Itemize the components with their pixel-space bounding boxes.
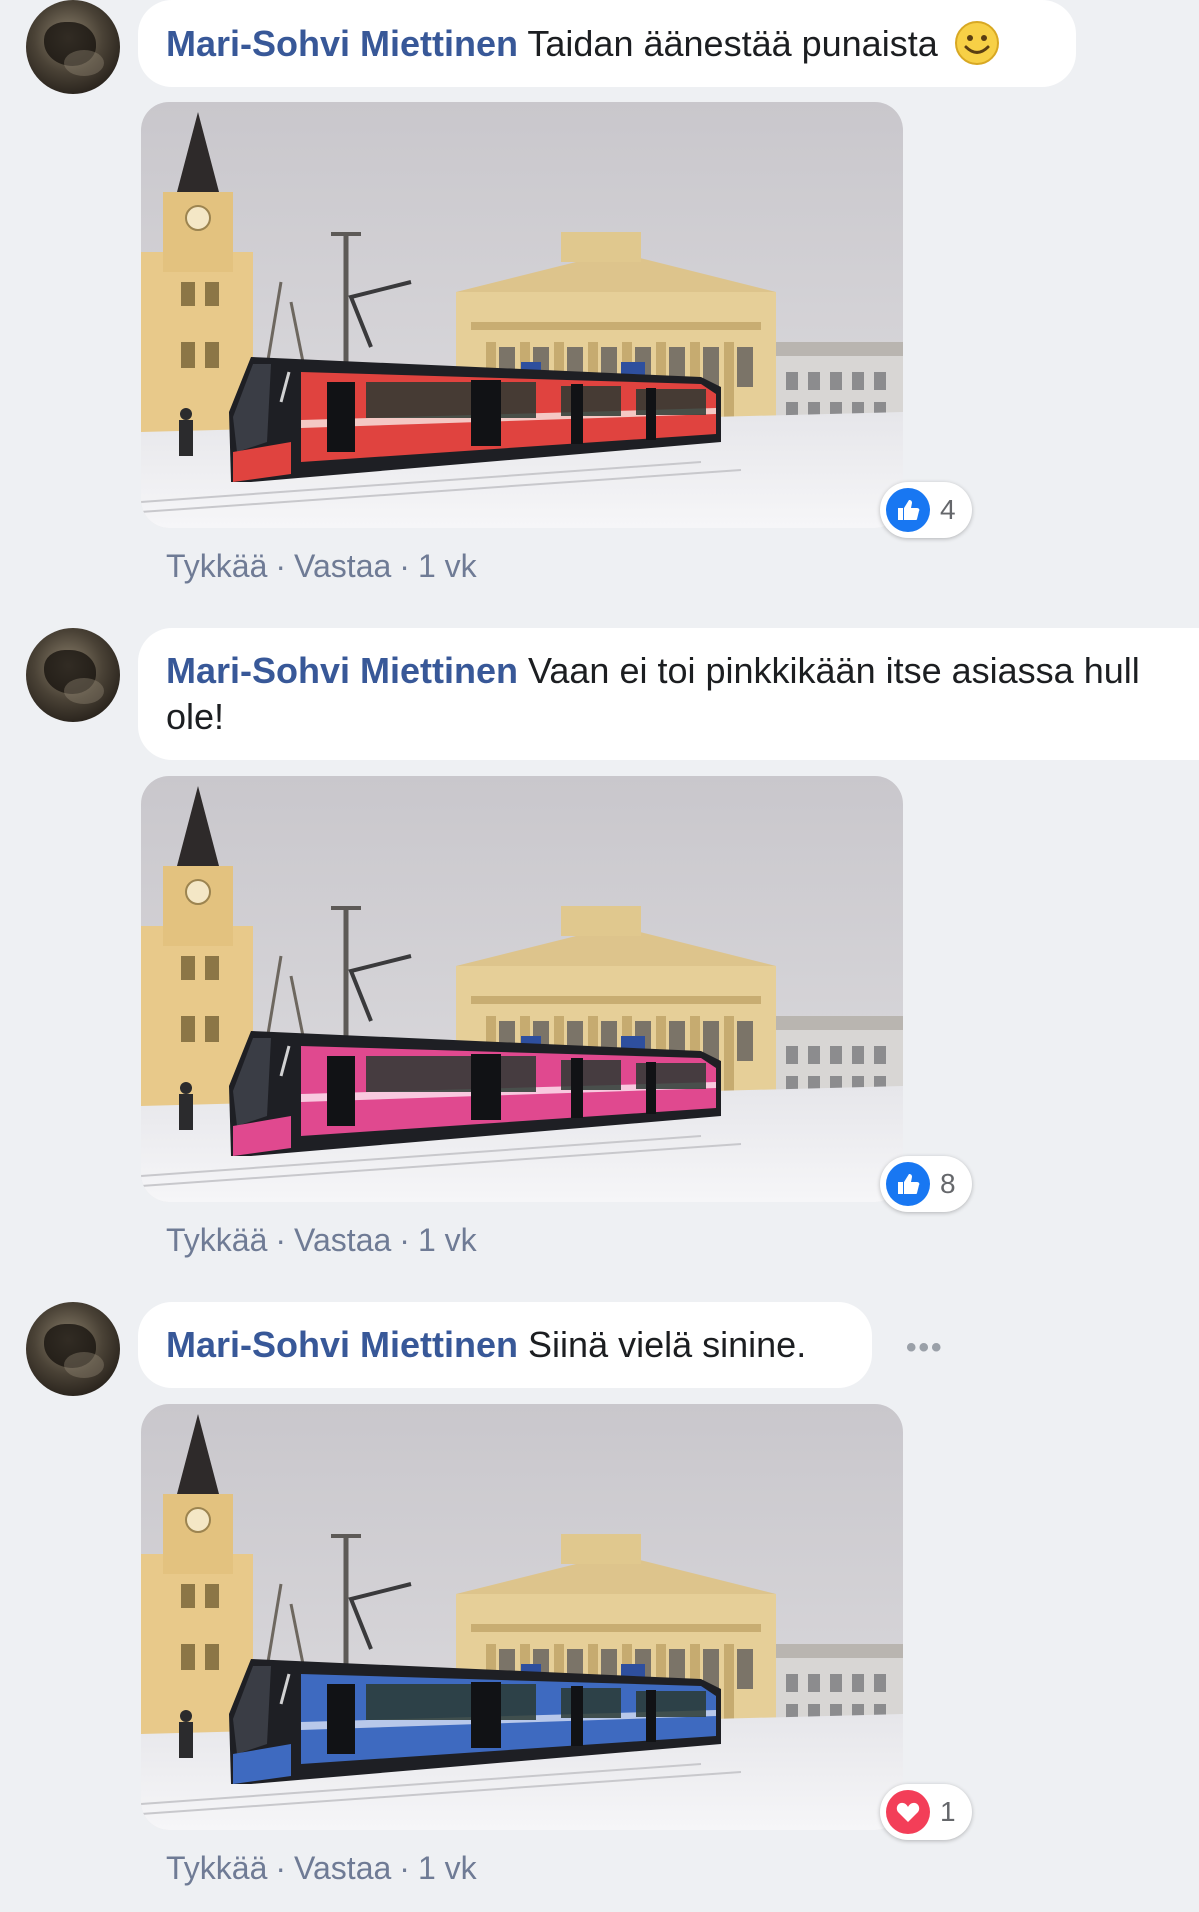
reaction-count: 4: [940, 494, 956, 525]
timestamp[interactable]: 1 vk: [418, 1850, 477, 1886]
more-options-button[interactable]: •••: [906, 1331, 944, 1365]
avatar[interactable]: [26, 1302, 120, 1396]
like-icon: [886, 488, 930, 532]
comment-text: Vaan ei toi pinkkikään itse asiassa hull: [528, 650, 1140, 691]
comment-text: Taidan äänestää punaista: [527, 23, 938, 64]
comment-bubble: Mari-Sohvi Miettinen Taidan äänestää pun…: [138, 0, 1076, 87]
reply-link[interactable]: Vastaa: [294, 1850, 391, 1886]
comment-text-line2: ole!: [166, 696, 225, 737]
reply-link[interactable]: Vastaa: [294, 1222, 391, 1258]
like-link[interactable]: Tykkää: [166, 548, 267, 584]
reaction-count: 8: [940, 1168, 956, 1199]
reaction-badge[interactable]: 1: [880, 1784, 972, 1840]
tram-photo[interactable]: [141, 776, 903, 1202]
comment-actions: Tykkää · Vastaa · 1 vk: [166, 1222, 477, 1258]
like-icon: [886, 1162, 930, 1206]
reaction-badge[interactable]: 8: [880, 1156, 972, 1212]
love-icon: [886, 1790, 930, 1834]
timestamp[interactable]: 1 vk: [418, 1222, 477, 1258]
comment-text: Siinä vielä sinine.: [528, 1324, 807, 1365]
avatar[interactable]: [26, 628, 120, 722]
like-link[interactable]: Tykkää: [166, 1850, 267, 1886]
smiley-emoji: [954, 21, 999, 65]
author-name[interactable]: Mari-Sohvi Miettinen: [166, 23, 518, 64]
reaction-count: 1: [940, 1796, 956, 1827]
avatar[interactable]: [26, 0, 120, 94]
author-name[interactable]: Mari-Sohvi Miettinen: [166, 1324, 518, 1365]
author-name[interactable]: Mari-Sohvi Miettinen: [166, 650, 518, 691]
like-link[interactable]: Tykkää: [166, 1222, 267, 1258]
tram-photo[interactable]: [141, 1404, 903, 1830]
comment-actions: Tykkää · Vastaa · 1 vk: [166, 548, 477, 584]
reply-link[interactable]: Vastaa: [294, 548, 391, 584]
comment-bubble: Mari-Sohvi Miettinen Vaan ei toi pinkkik…: [138, 628, 1199, 760]
comment-actions: Tykkää · Vastaa · 1 vk: [166, 1850, 477, 1886]
tram-photo[interactable]: [141, 102, 903, 528]
reaction-badge[interactable]: 4: [880, 482, 972, 538]
timestamp[interactable]: 1 vk: [418, 548, 477, 584]
comment-bubble: Mari-Sohvi Miettinen Siinä vielä sinine.: [138, 1302, 872, 1388]
